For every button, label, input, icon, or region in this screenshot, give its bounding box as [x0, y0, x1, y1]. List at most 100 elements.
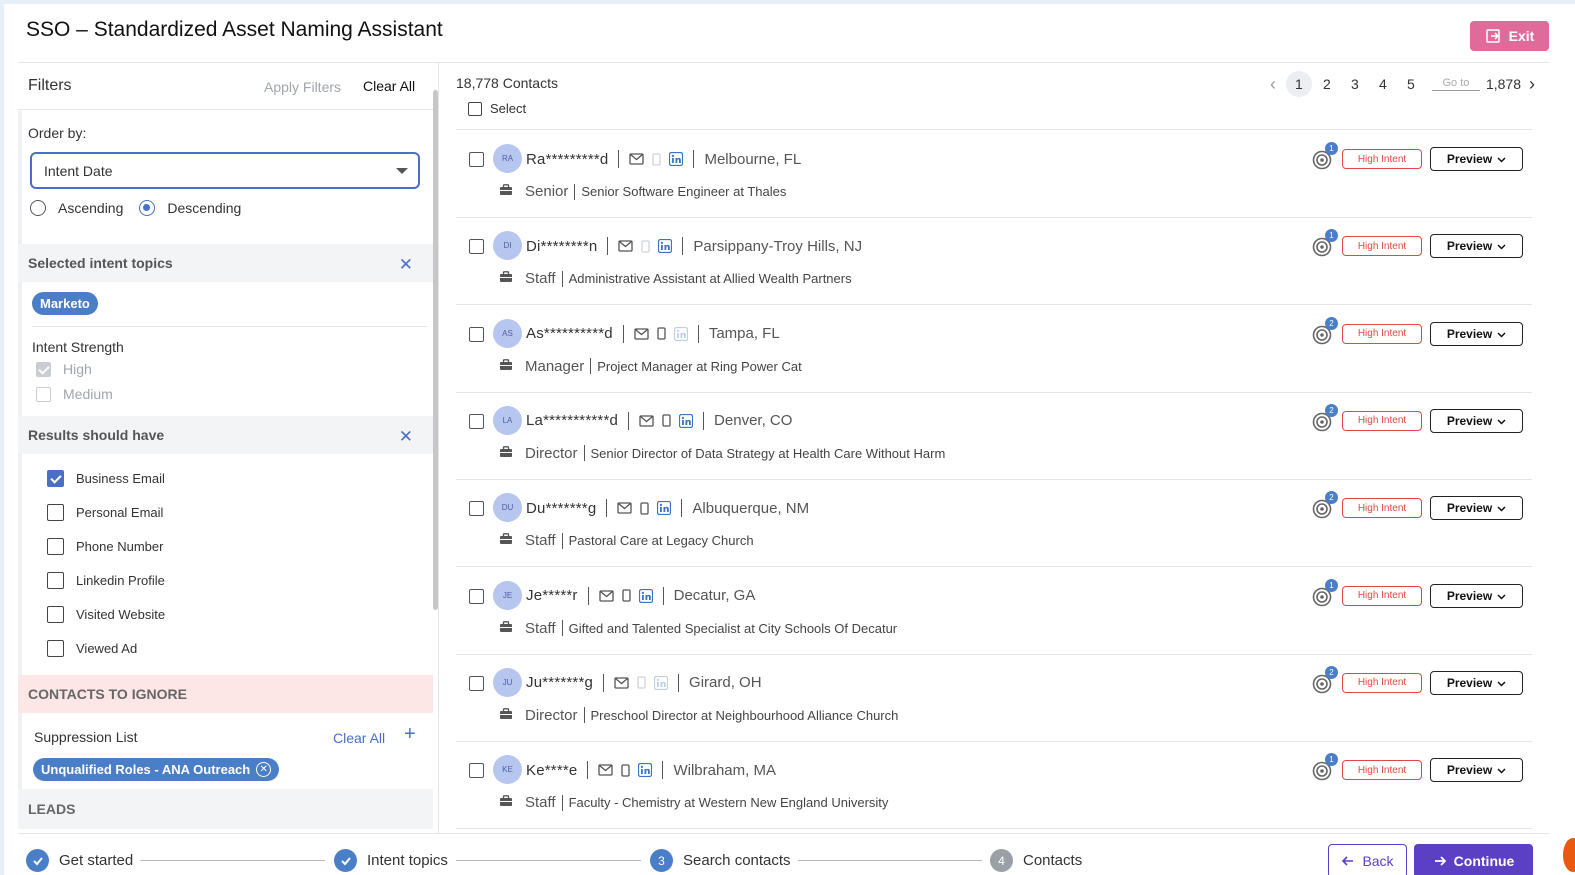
contact-title-line: Director Senior Director of Data Strategy… — [499, 445, 945, 462]
contact-checkbox[interactable] — [469, 588, 484, 604]
descending-radio[interactable] — [139, 200, 156, 216]
next-page-chevron-icon[interactable]: › — [1521, 74, 1543, 95]
page-1-button[interactable]: 1 — [1285, 71, 1312, 97]
contact-level: Director — [525, 444, 578, 462]
email-icon — [598, 764, 614, 776]
page-2-button[interactable]: 2 — [1314, 71, 1340, 97]
contact-checkbox[interactable] — [469, 501, 484, 517]
result-option[interactable]: Linkedin Profile — [47, 572, 165, 589]
phone-icon — [657, 327, 666, 340]
preview-button[interactable]: Preview — [1430, 234, 1523, 259]
separator — [662, 761, 664, 780]
contact-checkbox[interactable] — [469, 675, 484, 691]
suppression-pill: Unqualified Roles - ANA Outreach ✕ — [33, 758, 280, 781]
separator — [574, 183, 576, 200]
leads-header[interactable]: LEADS — [18, 789, 433, 829]
preview-button[interactable]: Preview — [1430, 321, 1523, 346]
contact-name: As**********d — [526, 325, 613, 343]
strength-medium-checkbox[interactable] — [36, 386, 51, 402]
preview-button[interactable]: Preview — [1430, 670, 1523, 695]
step-get-started[interactable]: Get started — [26, 849, 133, 872]
back-button[interactable]: Back — [1328, 844, 1407, 875]
business-email-checkbox[interactable] — [47, 470, 64, 487]
prev-page-chevron-icon[interactable]: ‹ — [1262, 74, 1284, 95]
page-4-button[interactable]: 4 — [1370, 71, 1396, 97]
order-by-select[interactable]: Intent Date — [30, 152, 420, 189]
result-option[interactable]: Personal Email — [47, 504, 163, 521]
add-suppression-plus-icon[interactable]: + — [404, 723, 416, 746]
ascending-radio[interactable] — [30, 200, 46, 216]
continue-button[interactable]: Continue — [1414, 844, 1533, 875]
preview-button[interactable]: Preview — [1430, 147, 1523, 171]
linkedin-profile-checkbox[interactable] — [47, 572, 64, 589]
contact-job-title: Faculty - Chemistry at Western New Engla… — [568, 795, 889, 811]
topic-pill[interactable]: Marketo — [32, 292, 98, 315]
help-widget-icon[interactable] — [1563, 838, 1575, 872]
step-number: 3 — [650, 849, 673, 872]
linkedin-icon[interactable] — [658, 239, 673, 254]
select-all-checkbox[interactable] — [468, 101, 482, 116]
selected-topics-body: Marketo Intent Strength High Medium — [18, 282, 433, 416]
preview-label: Preview — [1446, 675, 1493, 690]
suppression-clear-all-button[interactable]: Clear All — [333, 730, 385, 746]
separator — [587, 586, 589, 605]
clear-results-close-icon[interactable]: ✕ — [399, 427, 413, 447]
step-contacts[interactable]: 4 Contacts — [990, 849, 1082, 872]
clear-topics-close-icon[interactable]: ✕ — [399, 255, 413, 275]
chevron-down-icon — [1497, 152, 1506, 166]
result-option[interactable]: Business Email — [47, 470, 165, 487]
contact-title-line: Staff Gifted and Talented Specialist at C… — [499, 620, 897, 637]
step-number: 4 — [990, 849, 1013, 872]
contact-title-line: Staff Administrative Assistant at Allied … — [499, 270, 852, 287]
contact-row: KE Ke****e Wilbraham, MA Staff Faculty - Che… — [456, 741, 1532, 828]
clear-all-filters-button[interactable]: Clear All — [363, 78, 415, 94]
exit-button[interactable]: Exit — [1470, 21, 1549, 51]
result-option[interactable]: Phone Number — [47, 538, 163, 555]
step-search-contacts[interactable]: 3 Search contacts — [650, 849, 791, 872]
linkedin-icon[interactable] — [669, 152, 684, 166]
personal-email-checkbox[interactable] — [47, 504, 64, 521]
contact-row: JU Ju*******g Girard, OH Director Preschool … — [456, 654, 1532, 741]
arrow-left-icon — [1342, 856, 1354, 866]
contact-header: Ra*********d Melbourne, FL — [526, 150, 801, 168]
linkedin-icon[interactable] — [638, 588, 653, 603]
preview-button[interactable]: Preview — [1430, 496, 1523, 521]
check-icon — [26, 849, 49, 872]
step-intent-topics[interactable]: Intent topics — [334, 849, 448, 872]
intent-topic-count-badge: 2 — [1325, 665, 1338, 679]
result-option[interactable]: Viewed Ad — [47, 640, 137, 657]
contact-checkbox[interactable] — [469, 326, 484, 342]
preview-button[interactable]: Preview — [1430, 583, 1523, 608]
page-5-button[interactable]: 5 — [1398, 71, 1424, 97]
strength-medium-option[interactable]: Medium — [36, 386, 113, 402]
contact-checkbox[interactable] — [469, 152, 484, 167]
contact-checkbox[interactable] — [469, 763, 484, 779]
topics-divider — [32, 326, 427, 327]
ascending-label: Ascending — [58, 200, 124, 216]
contact-job-title: Senior Software Engineer at Thales — [581, 184, 787, 199]
strength-high-checkbox[interactable] — [36, 361, 51, 377]
linkedin-icon[interactable] — [657, 501, 672, 516]
apply-filters-button[interactable]: Apply Filters — [264, 79, 341, 95]
go-to-page-input[interactable]: Go to — [1431, 77, 1480, 91]
briefcase-icon — [499, 707, 513, 724]
preview-button[interactable]: Preview — [1430, 758, 1523, 783]
email-icon — [614, 677, 629, 689]
contact-checkbox[interactable] — [469, 413, 484, 429]
last-page-button[interactable]: 1,878 — [1486, 76, 1521, 92]
page-3-button[interactable]: 3 — [1342, 71, 1368, 97]
result-option-label: Linkedin Profile — [76, 573, 165, 588]
phone-number-checkbox[interactable] — [47, 538, 64, 555]
preview-button[interactable]: Preview — [1430, 408, 1523, 433]
remove-suppression-close-icon[interactable]: ✕ — [256, 762, 272, 777]
visited-website-checkbox[interactable] — [47, 606, 64, 623]
result-option[interactable]: Visited Website — [47, 606, 165, 623]
contact-name: Du*******g — [526, 499, 597, 517]
strength-high-option[interactable]: High — [36, 361, 92, 377]
linkedin-icon[interactable] — [679, 413, 694, 428]
select-all-option[interactable]: Select — [468, 101, 526, 116]
contact-row: AS As**********d Tampa, FL Manager Project M… — [456, 305, 1532, 392]
contact-checkbox[interactable] — [469, 239, 484, 255]
linkedin-icon[interactable] — [638, 763, 653, 778]
viewed-ad-checkbox[interactable] — [47, 640, 64, 657]
